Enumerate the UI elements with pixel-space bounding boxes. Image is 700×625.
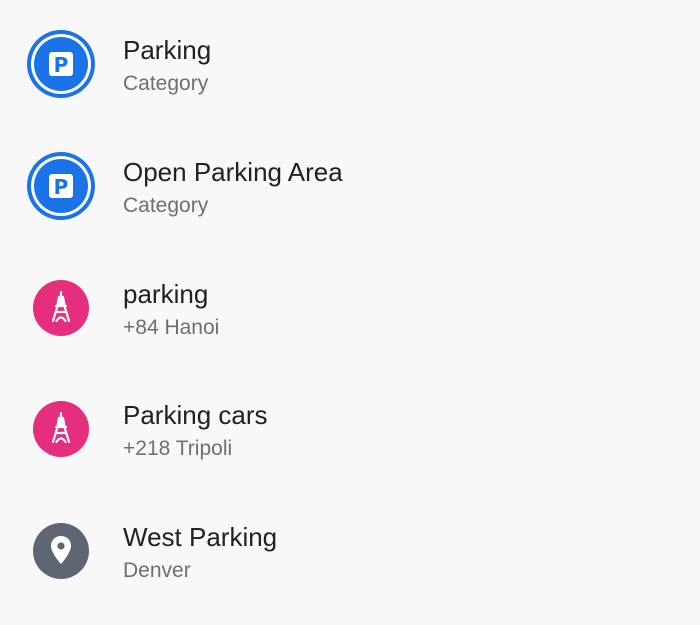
result-title: West Parking [123,522,278,552]
svg-text:P: P [54,175,69,199]
result-subtitle: Denver [123,559,191,582]
search-result-item[interactable]: P Open Parking Area Category [0,125,700,247]
search-results-list: P Parking Category P Open Parking Area C… [0,0,700,625]
result-title: Open Parking Area [123,157,343,187]
eiffel-tower-icon [26,273,96,343]
parking-category-icon: P [26,151,96,221]
svg-text:P: P [54,53,69,77]
result-title: parking [123,279,209,309]
result-subtitle: Category [123,194,209,217]
result-title: Parking [123,35,212,65]
search-result-item[interactable]: Parking cars +218 Tripoli [0,368,700,490]
search-result-item[interactable]: P Parking Category [0,3,700,125]
map-pin-icon [26,516,96,586]
search-result-item[interactable]: parking +84 Hanoi [0,247,700,369]
result-subtitle: Category [123,72,209,95]
result-subtitle: +84 Hanoi [123,316,220,339]
result-title: Parking cars [123,400,268,430]
parking-category-icon: P [26,29,96,99]
result-subtitle: +218 Tripoli [123,437,233,460]
search-result-item[interactable]: West Parking Denver [0,490,700,612]
eiffel-tower-icon [26,394,96,464]
